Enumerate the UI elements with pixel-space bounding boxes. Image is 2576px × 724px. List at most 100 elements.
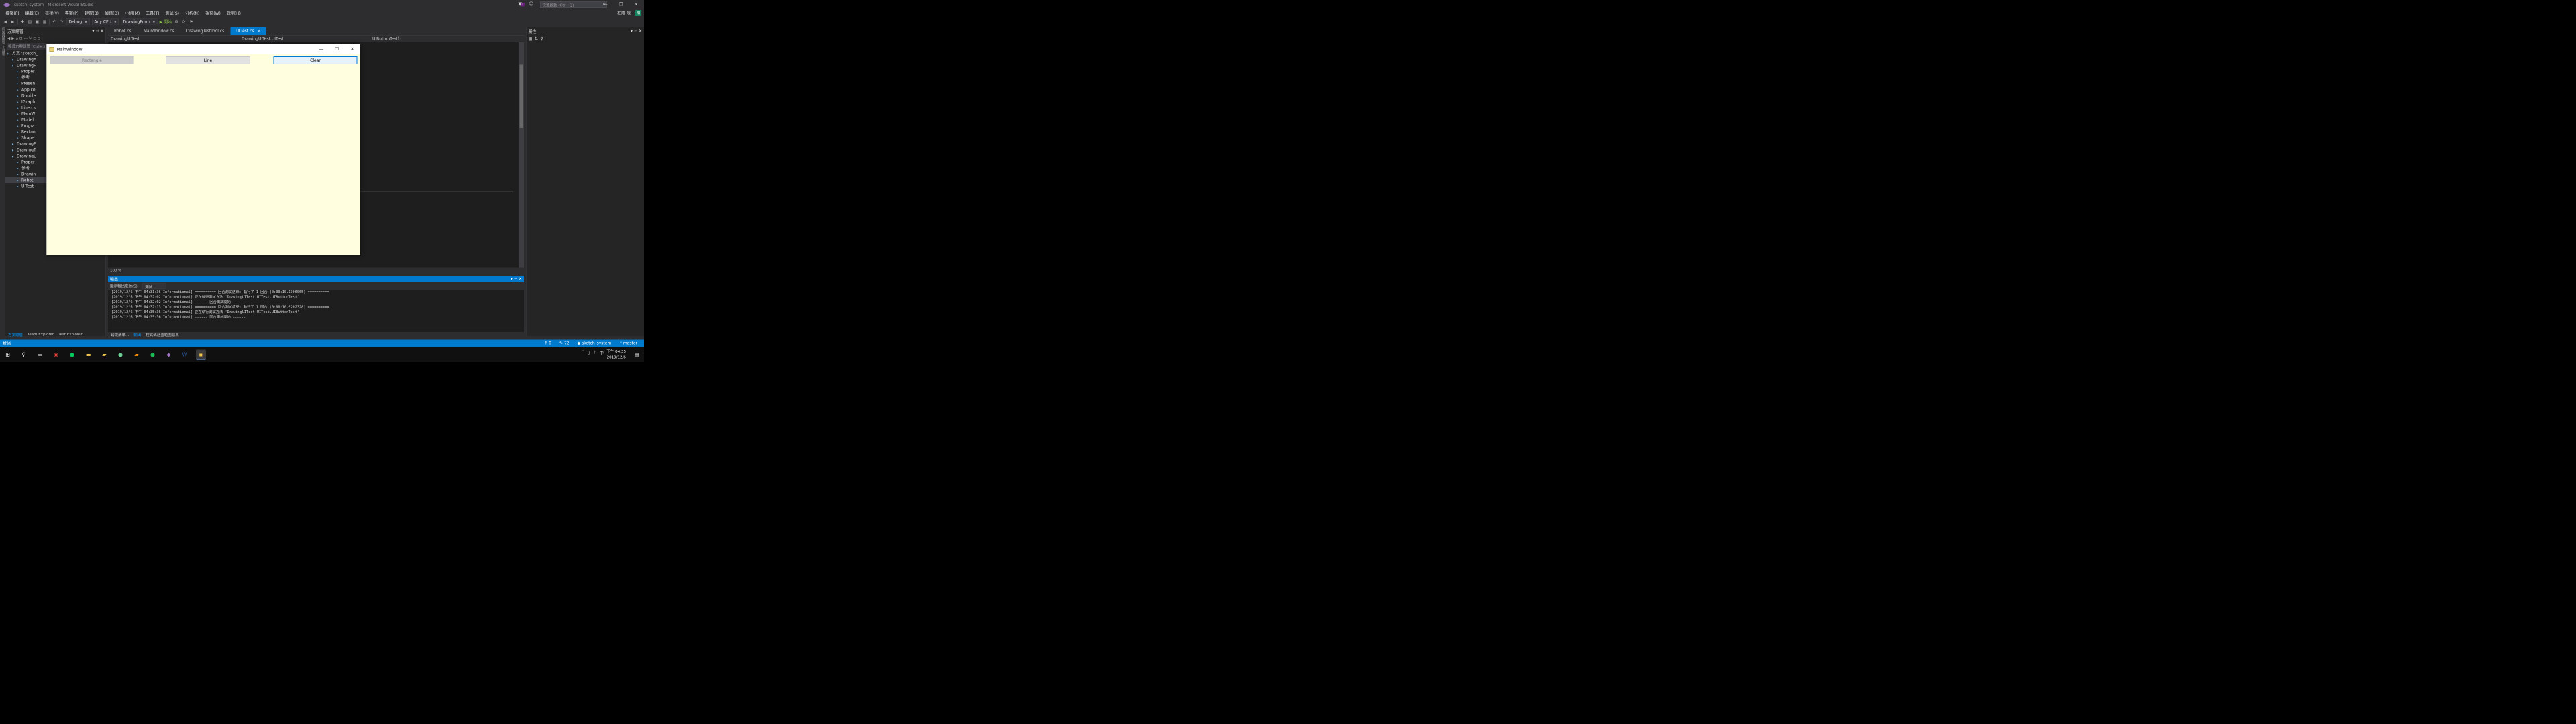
bookmark-icon[interactable]: ⚑ [189,19,194,25]
tab-close-icon[interactable]: ✕ [258,29,260,34]
expand-icon[interactable]: ▸ [17,87,21,93]
pending-changes[interactable]: ✎ 72 [559,341,570,345]
new-project-icon[interactable]: ✚ [20,19,25,25]
output-panel-tab[interactable]: 程式碼涵蓋範圍結果 [146,332,179,339]
open-file-icon[interactable]: ▤ [28,19,33,25]
taskbar-clock[interactable]: 下午 04:35 2019/12/6 [606,349,626,360]
expand-icon[interactable]: ▸ [17,166,21,171]
save-all-icon[interactable]: ▦ [42,19,48,25]
notification-badge[interactable]: 1 [520,3,525,7]
word-icon[interactable]: W [180,350,190,360]
menu-item[interactable]: 建置(B) [82,9,102,17]
expand-icon[interactable]: ▸ [17,160,21,165]
menu-item[interactable]: 編輯(E) [22,9,42,17]
editor-tab[interactable]: DrawingTestTool.cs [180,27,231,35]
mw-minimize-button[interactable]: — [314,44,329,54]
output-text[interactable]: [2019/12/6 下午 04:31:36 Informational] ==… [108,290,524,320]
sublime-icon[interactable]: ▰ [131,350,142,360]
redo-icon[interactable]: ↷ [59,19,64,25]
menu-item[interactable]: 說明(H) [223,9,244,17]
forward-icon[interactable]: ▶ [10,19,15,25]
expand-icon[interactable]: ▸ [17,93,21,99]
error-count[interactable]: ↑ 0 [544,341,551,345]
task-view-icon[interactable]: ▭ [35,350,45,360]
search-icon[interactable]: ⚲ [19,350,29,360]
file-explorer-icon[interactable]: ▬ [83,350,93,360]
expand-icon[interactable]: ▸ [12,147,17,153]
tray-chevron-icon[interactable]: ˄ [582,350,584,355]
save-icon[interactable]: ▣ [35,19,40,25]
mw-maximize-button[interactable]: ☐ [329,44,345,54]
member-nav-combo[interactable]: UIButtonTest() [370,36,500,43]
expand-icon[interactable]: ▸ [17,69,21,74]
expand-icon[interactable]: ▸ [17,123,21,129]
back-icon[interactable]: ◀ [3,19,8,25]
volume-icon[interactable]: ♪ [593,350,596,355]
solution-panel-tab[interactable]: Test Explorer [58,332,82,339]
undo-icon[interactable]: ↶ [52,19,57,25]
feedback-icon[interactable]: ☺ [529,1,533,7]
menu-item[interactable]: 專案(P) [62,9,81,17]
input-language[interactable]: 中 [599,349,604,356]
configuration-select[interactable]: Debug ▼ [66,18,90,25]
menu-item[interactable]: 測試(S) [162,9,182,17]
action-center-icon[interactable]: ▤ [635,351,639,357]
debug-tools-icon[interactable]: ⚙ [174,19,179,25]
network-icon[interactable]: ▯ [588,350,590,355]
expand-icon[interactable]: ▸ [17,81,21,86]
solution-panel-tab[interactable]: Team Explorer [28,332,54,339]
menu-item[interactable]: 檔案(F) [3,9,22,17]
expand-icon[interactable]: ▸ [12,141,17,147]
visual-studio-icon[interactable]: ◆ [164,350,174,360]
windows-start-icon[interactable]: ⊞ [3,350,13,360]
line-button[interactable]: Line [166,56,250,64]
expand-icon[interactable]: ▸ [17,135,21,141]
pin-icon[interactable]: ▾ ⊣ ✕ [92,29,103,34]
menu-item[interactable]: 視窗(W) [203,9,224,17]
quick-launch-input[interactable]: 快速啟動 (Ctrl+Q) ⚲ [540,1,607,8]
minimize-button[interactable]: — [598,0,613,9]
expand-icon[interactable]: ▸ [17,117,21,123]
drawing-canvas[interactable]: Rectangle Line Clear [46,54,360,255]
scrollbar-thumb[interactable] [519,64,523,128]
expand-icon[interactable]: ▸ [17,178,21,183]
expand-icon[interactable]: ▸ [17,184,21,189]
expand-icon[interactable]: ▸ [17,111,21,117]
platform-select[interactable]: Any CPU ▼ [92,18,119,25]
expand-icon[interactable]: ▸ [17,172,21,177]
menu-item[interactable]: 檢視(V) [42,9,62,17]
editor-tab[interactable]: MainWindow.cs [138,27,180,35]
solution-panel-tab[interactable]: 方案總管 [8,332,23,339]
expand-icon[interactable]: ▸ [17,75,21,80]
output-source-select[interactable]: 測試 [142,283,166,290]
pin-icon[interactable]: ▾ ⊣ ✕ [631,29,642,34]
line-icon[interactable]: ● [67,350,77,360]
tool-window-strip[interactable]: 伺服器總管 工具箱 [0,27,5,168]
expand-icon[interactable]: ▸ [7,51,12,56]
menu-item[interactable]: 小組(M) [122,9,143,17]
folder-icon[interactable]: ▰ [99,350,109,360]
branch-name[interactable]: ⑂ master [619,341,637,345]
class-nav-combo[interactable]: DrawingUITest.UITest [239,36,370,43]
rectangle-button[interactable]: Rectangle [50,56,134,64]
user-name[interactable]: 柏隆 陳 [617,11,631,17]
menu-item[interactable]: 分析(N) [182,9,203,17]
startup-project-select[interactable]: DrawingForm ▼ [121,18,158,25]
hot-reload-icon[interactable]: ⟳ [181,19,186,25]
editor-scrollbar[interactable] [519,42,524,268]
expand-icon[interactable]: ▸ [17,99,21,105]
editor-tab[interactable]: UITest.cs ✕ [230,27,266,35]
expand-icon[interactable]: ▸ [12,154,17,159]
expand-icon[interactable]: ▸ [17,129,21,135]
clear-button[interactable]: Clear [273,56,358,64]
project-nav-combo[interactable]: DrawingUITest [108,36,239,43]
output-window-controls-icon[interactable]: ▾ ⊣ ✕ [511,276,522,282]
properties-toolbar[interactable]: ▦⇅⚲ [527,35,645,44]
menu-item[interactable]: 偵錯(D) [102,9,122,17]
app-green-icon[interactable]: ● [115,350,125,360]
menu-item[interactable]: 工具(T) [143,9,162,17]
expand-icon[interactable]: ▸ [17,105,21,111]
zoom-level[interactable]: 100 % [108,267,524,274]
editor-tab[interactable]: Robot.cs [108,27,138,35]
restore-button[interactable]: ❐ [613,0,629,9]
